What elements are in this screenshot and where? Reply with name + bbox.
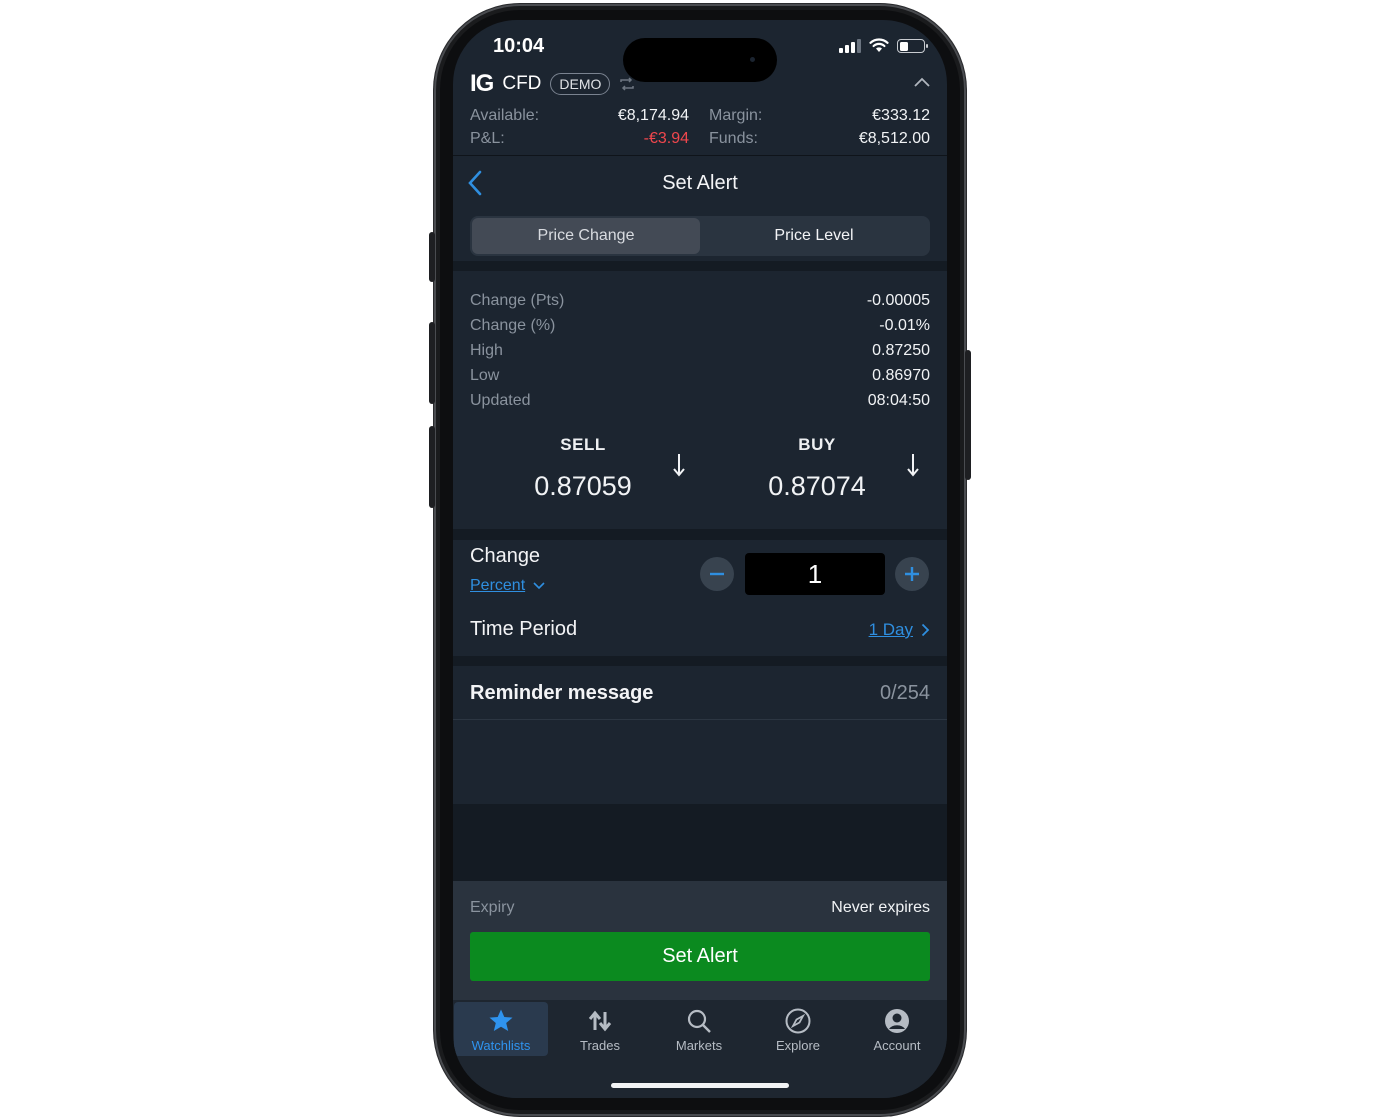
- reminder-label: Reminder message: [470, 682, 654, 704]
- tab-account[interactable]: Account: [850, 1002, 944, 1056]
- buy-arrow-down-icon: [907, 454, 919, 477]
- star-icon: [489, 1009, 513, 1031]
- side-button-power: [965, 350, 971, 480]
- minus-icon: [710, 572, 724, 576]
- pnl-value: -€3.94: [643, 129, 689, 147]
- trades-arrows-icon: [588, 1010, 612, 1032]
- collapse-chevron-up-icon[interactable]: [913, 74, 931, 92]
- buy-quote: BUY 0.87074: [742, 435, 892, 502]
- change-title: Change: [470, 545, 541, 567]
- tab-price-level[interactable]: Price Level: [700, 218, 928, 254]
- margin-value: €333.12: [872, 106, 930, 124]
- phone-screen: 10:04 IG CFD DEMO Available: €8,174.94 M…: [453, 20, 947, 1098]
- section-gap: [453, 261, 947, 271]
- sell-arrow-down-icon: [673, 454, 685, 477]
- change-unit-value: Percent: [470, 577, 526, 594]
- side-button-mute: [429, 232, 435, 282]
- change-value-input[interactable]: 1: [745, 553, 885, 595]
- user-icon: [885, 1009, 909, 1033]
- buy-label: BUY: [798, 435, 836, 454]
- switch-account-icon[interactable]: [619, 77, 635, 91]
- sell-quote: SELL 0.87059: [508, 435, 658, 502]
- tab-trades[interactable]: Trades: [553, 1002, 647, 1056]
- home-indicator[interactable]: [611, 1083, 789, 1088]
- account-header: IG CFD DEMO: [470, 70, 635, 98]
- expiry-label: Expiry: [470, 899, 515, 916]
- stat-row: Change (%) -0.01%: [470, 316, 930, 334]
- status-icons: [839, 38, 928, 53]
- stat-row: High 0.87250: [470, 341, 930, 359]
- alert-footer: Expiry Never expires Set Alert: [453, 881, 947, 1000]
- available-label: Available:: [470, 106, 540, 124]
- compass-icon: [785, 1008, 811, 1034]
- side-button-volume-up: [429, 322, 435, 404]
- tab-price-change[interactable]: Price Change: [472, 218, 700, 254]
- chevron-down-icon: [533, 582, 545, 590]
- stat-row: Change (Pts) -0.00005: [470, 291, 930, 309]
- product-label: CFD: [502, 73, 542, 94]
- page-title: Set Alert: [662, 172, 738, 194]
- tab-explore[interactable]: Explore: [751, 1002, 845, 1056]
- demo-badge[interactable]: DEMO: [550, 73, 611, 95]
- pnl-label: P&L:: [470, 129, 505, 147]
- empty-area: [453, 804, 947, 881]
- section-gap: [453, 656, 947, 666]
- time-period-value: 1 Day: [868, 620, 913, 639]
- chevron-right-icon: [921, 623, 930, 637]
- increment-button[interactable]: [895, 557, 929, 591]
- set-alert-button[interactable]: Set Alert: [470, 932, 930, 981]
- stat-row: Updated 08:04:50: [470, 391, 930, 409]
- buy-price: 0.87074: [768, 471, 866, 501]
- expiry-value[interactable]: Never expires: [831, 899, 930, 917]
- market-stats: Change (Pts) -0.00005 Change (%) -0.01% Hi…: [470, 288, 930, 413]
- time-period-selector[interactable]: 1 Day: [869, 620, 930, 640]
- funds-value: €8,512.00: [858, 129, 930, 147]
- available-value: €8,174.94: [617, 106, 689, 124]
- margin-label: Margin:: [709, 106, 763, 124]
- account-funds-summary: Available: €8,174.94 Margin: €333.12 P&L…: [470, 104, 930, 150]
- section-gap: [453, 529, 947, 540]
- status-time: 10:04: [493, 35, 545, 57]
- side-button-volume-down: [429, 426, 435, 508]
- tab-markets[interactable]: Markets: [652, 1002, 746, 1056]
- wifi-icon: [869, 38, 889, 52]
- reminder-message-input[interactable]: [453, 720, 947, 804]
- change-unit-dropdown[interactable]: Percent: [470, 577, 545, 595]
- time-period-label: Time Period: [470, 618, 578, 640]
- dynamic-island: [623, 38, 777, 82]
- alert-type-segmented-control: Price Change Price Level: [470, 216, 930, 256]
- sell-price: 0.87059: [534, 471, 632, 501]
- signal-icon: [839, 39, 861, 53]
- search-icon: [687, 1009, 711, 1033]
- battery-icon: [897, 39, 928, 53]
- decrement-button[interactable]: [700, 557, 734, 591]
- ig-logo: IG: [470, 70, 494, 97]
- camera-dot: [750, 57, 755, 62]
- funds-label: Funds:: [709, 129, 758, 147]
- tab-watchlists[interactable]: Watchlists: [454, 1002, 548, 1056]
- reminder-char-count: 0/254: [879, 682, 930, 704]
- nav-bar: Set Alert: [453, 156, 947, 211]
- plus-icon: [905, 567, 919, 581]
- stat-row: Low 0.86970: [470, 366, 930, 384]
- sell-label: SELL: [560, 435, 606, 454]
